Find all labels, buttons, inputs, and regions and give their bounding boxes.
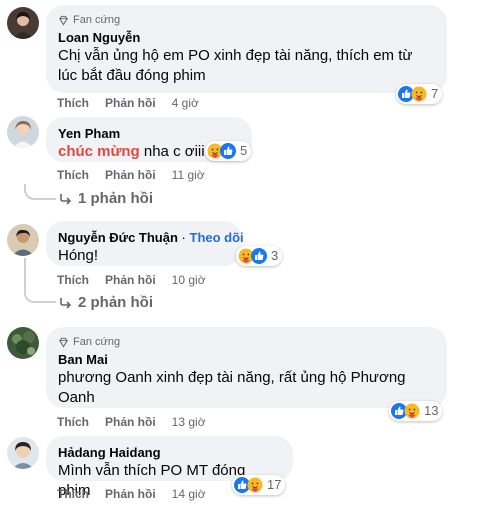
reaction-summary[interactable]: 3 [236,246,283,266]
like-button[interactable]: Thích [57,486,89,502]
care-reaction-icon [247,477,263,493]
comment-actions: Thích Phản hồi 11 giờ [57,167,205,183]
timestamp[interactable]: 14 giờ [172,486,206,502]
reaction-summary[interactable]: 7 [396,84,443,104]
avatar[interactable] [7,116,39,148]
reply-button[interactable]: Phản hồi [105,272,156,288]
comment-actions: Thích Phản hồi 10 giờ [57,272,206,288]
commenter-name-row: Nguyễn Đức Thuận · Theo dõi [58,229,244,246]
comment-actions: Thích Phản hồi 13 giờ [57,414,206,430]
reply-button[interactable]: Phản hồi [105,414,156,430]
comment-text: Chị vẫn ủng hộ em PO xinh đẹp tài năng, … [58,47,413,84]
badge-label: Fan cứng [73,336,121,348]
like-reaction-icon [251,248,267,264]
comment-actions: Thích Phản hồi 14 giờ [57,486,206,502]
reaction-count: 17 [267,477,282,492]
avatar[interactable] [7,224,39,256]
care-reaction-icon [404,403,420,419]
view-replies-label[interactable]: 2 phản hồi [78,294,153,311]
timestamp[interactable]: 10 giờ [172,272,206,288]
reply-button[interactable]: Phản hồi [105,486,156,502]
reply-thread-line [24,258,56,303]
reply-thread-line [24,184,56,200]
comment-text: phương Oanh xinh đẹp tài năng, rất ủng h… [58,369,406,406]
like-button[interactable]: Thích [57,414,89,430]
fan-badge: Fan cứng [58,335,435,349]
reaction-summary[interactable]: 5 [205,141,252,161]
comment-bubble: Nguyễn Đức Thuận · Theo dõi Hóng! [46,221,244,266]
highlighted-text: chúc mừng [58,143,140,160]
avatar[interactable] [7,7,39,39]
reaction-summary[interactable]: 13 [389,401,443,421]
commenter-name[interactable]: Loan Nguyễn [58,29,435,46]
timestamp[interactable]: 4 giờ [172,95,199,111]
follow-button[interactable]: Theo dõi [190,230,244,245]
commenter-name[interactable]: Yen Pham [58,125,240,142]
badge-label: Fan cứng [73,14,121,26]
reaction-count: 7 [431,86,439,101]
avatar[interactable] [7,327,39,359]
like-button[interactable]: Thích [57,167,89,183]
reply-arrow-icon [60,297,72,309]
separator-dot: · [181,230,186,245]
like-button[interactable]: Thích [57,272,89,288]
reply-button[interactable]: Phản hồi [105,95,156,111]
comment-bubble: Fan cứng Loan Nguyễn Chị vẫn ủng hộ em P… [46,5,447,93]
reaction-count: 5 [240,143,248,158]
fan-badge: Fan cứng [58,13,435,27]
reaction-count: 13 [424,403,439,418]
avatar[interactable] [7,437,39,469]
comment-bubble: Fan cứng Ban Mai phương Oanh xinh đẹp tà… [46,327,447,408]
reaction-count: 3 [271,248,279,263]
reaction-summary[interactable]: 17 [232,475,286,495]
care-reaction-icon [411,86,427,102]
diamond-icon [59,337,68,348]
comment-text: Hóng! [58,247,99,264]
like-button[interactable]: Thích [57,95,89,111]
comment-text-rest: nha c ơiii [143,143,205,160]
commenter-name[interactable]: Hảdang Haidang [58,444,281,461]
reply-arrow-icon [60,193,72,205]
diamond-icon [59,15,68,26]
like-reaction-icon [220,143,236,159]
view-replies-link[interactable]: 1 phản hồi [60,190,153,207]
view-replies-link[interactable]: 2 phản hồi [60,294,153,311]
reply-button[interactable]: Phản hồi [105,167,156,183]
timestamp[interactable]: 11 giờ [172,167,205,183]
comment-actions: Thích Phản hồi 4 giờ [57,95,199,111]
commenter-name[interactable]: Nguyễn Đức Thuận [58,230,178,245]
commenter-name[interactable]: Ban Mai [58,351,435,368]
timestamp[interactable]: 13 giờ [172,414,206,430]
view-replies-label[interactable]: 1 phản hồi [78,190,153,207]
